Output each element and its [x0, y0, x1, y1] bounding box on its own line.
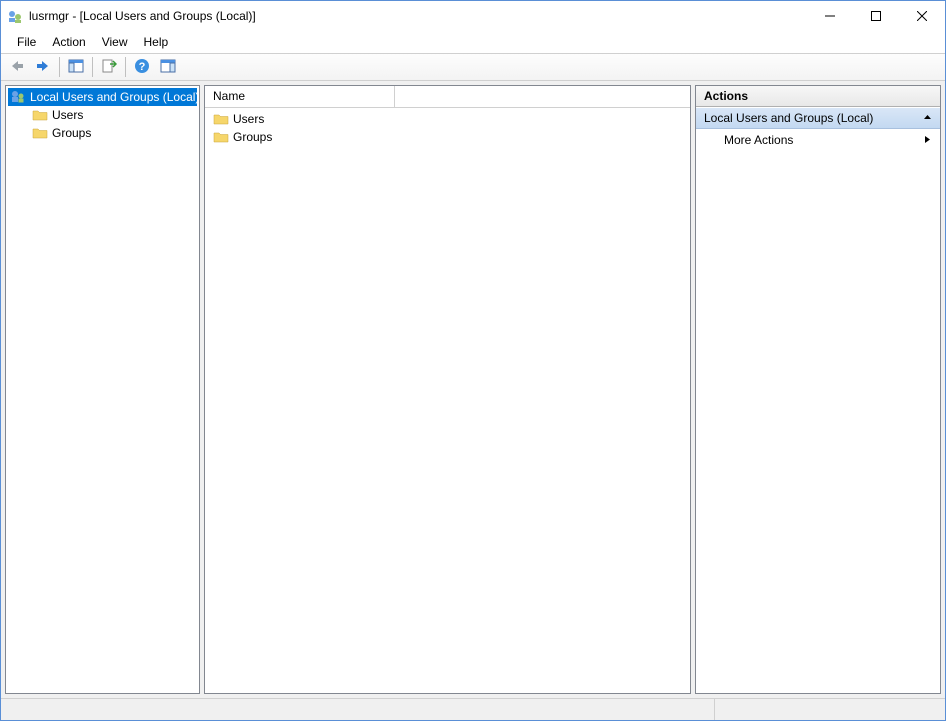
window-controls — [807, 1, 945, 31]
close-button[interactable] — [899, 1, 945, 31]
menu-bar: File Action View Help — [1, 31, 945, 53]
workspace: Local Users and Groups (Local) Users Gro… — [1, 81, 945, 698]
tree-item-users[interactable]: Users — [30, 106, 197, 124]
app-icon — [7, 8, 23, 24]
menu-action[interactable]: Action — [44, 33, 93, 51]
menu-help[interactable]: Help — [136, 33, 177, 51]
help-icon: ? — [134, 58, 150, 77]
help-button[interactable]: ? — [130, 56, 154, 78]
actions-more[interactable]: More Actions — [696, 129, 940, 151]
back-button[interactable] — [5, 56, 29, 78]
tree: Local Users and Groups (Local) Users Gro… — [6, 86, 199, 144]
show-hide-tree-button[interactable] — [64, 56, 88, 78]
tree-root[interactable]: Local Users and Groups (Local) — [8, 88, 197, 106]
list-panel: Name Users Groups — [204, 85, 691, 694]
panel-icon — [68, 59, 84, 76]
actions-section-label: Local Users and Groups (Local) — [704, 111, 873, 125]
tree-item-label: Users — [52, 108, 83, 122]
column-blank[interactable] — [395, 86, 690, 107]
actions-section[interactable]: Local Users and Groups (Local) — [696, 107, 940, 129]
list-item-groups[interactable]: Groups — [207, 128, 688, 146]
toolbar-separator — [92, 57, 93, 77]
forward-button[interactable] — [31, 56, 55, 78]
folder-icon — [32, 125, 48, 141]
tree-root-label: Local Users and Groups (Local) — [30, 90, 199, 104]
tree-panel: Local Users and Groups (Local) Users Gro… — [5, 85, 200, 694]
toolbar-separator — [125, 57, 126, 77]
svg-text:?: ? — [139, 61, 146, 73]
actions-more-label: More Actions — [724, 133, 793, 147]
folder-icon — [32, 107, 48, 123]
actions-header: Actions — [696, 86, 940, 107]
menu-view[interactable]: View — [94, 33, 136, 51]
list-item-users[interactable]: Users — [207, 110, 688, 128]
maximize-button[interactable] — [853, 1, 899, 31]
list-item-label: Users — [233, 112, 264, 126]
toolbar-separator — [59, 57, 60, 77]
tree-item-groups[interactable]: Groups — [30, 124, 197, 142]
arrow-right-icon — [35, 59, 51, 76]
panel-right-icon — [160, 59, 176, 76]
users-groups-icon — [10, 89, 26, 105]
status-bar — [1, 698, 945, 720]
export-list-button[interactable] — [97, 56, 121, 78]
actions-panel: Actions Local Users and Groups (Local) M… — [695, 85, 941, 694]
chevron-up-icon — [923, 111, 932, 125]
show-hide-action-pane-button[interactable] — [156, 56, 180, 78]
column-name[interactable]: Name — [205, 86, 395, 107]
window-title: lusrmgr - [Local Users and Groups (Local… — [29, 9, 256, 23]
export-icon — [101, 59, 117, 76]
list-item-label: Groups — [233, 130, 272, 144]
status-cell — [715, 699, 945, 720]
list-body[interactable]: Users Groups — [205, 108, 690, 693]
folder-icon — [213, 111, 229, 127]
tree-item-label: Groups — [52, 126, 91, 140]
chevron-right-icon — [923, 133, 932, 147]
toolbar: ? — [1, 53, 945, 81]
list-header: Name — [205, 86, 690, 108]
minimize-button[interactable] — [807, 1, 853, 31]
tree-children: Users Groups — [8, 106, 197, 142]
title-bar: lusrmgr - [Local Users and Groups (Local… — [1, 1, 945, 31]
arrow-left-icon — [9, 59, 25, 76]
folder-icon — [213, 129, 229, 145]
status-cell — [1, 699, 715, 720]
menu-file[interactable]: File — [9, 33, 44, 51]
